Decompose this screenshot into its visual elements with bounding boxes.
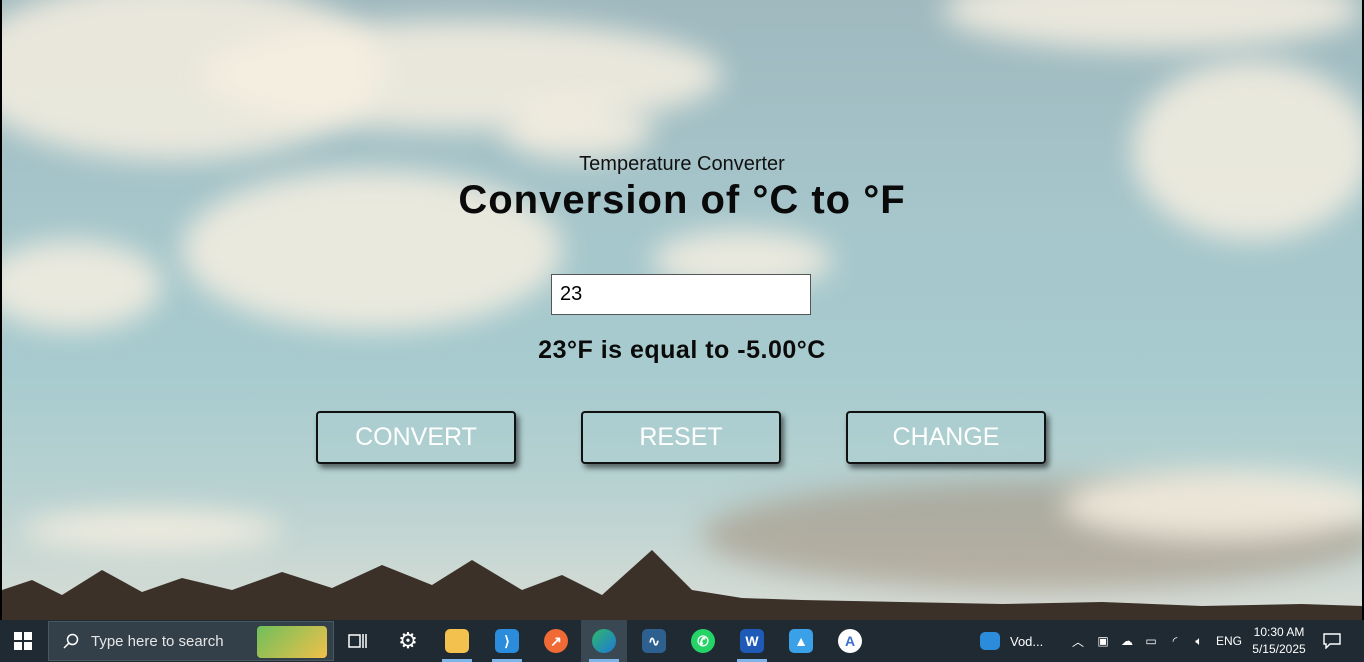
change-button[interactable]: CHANGE: [846, 411, 1046, 464]
battery-button[interactable]: ▭: [1140, 620, 1162, 662]
settings-icon: ⚙: [398, 628, 418, 653]
voda-app-icon: [980, 632, 1000, 650]
temperature-converter-app: Temperature Converter Conversion of °C t…: [2, 0, 1362, 620]
postman-app[interactable]: ↗: [533, 620, 579, 662]
android-studio-app[interactable]: A: [827, 620, 873, 662]
taskbar-search[interactable]: Type here to search: [48, 621, 334, 661]
reset-button[interactable]: RESET: [581, 411, 781, 464]
edge-app[interactable]: [581, 620, 627, 662]
notification-center-button[interactable]: [1318, 620, 1346, 662]
vscode-app[interactable]: ⟩: [484, 620, 530, 662]
azure-data-studio-app[interactable]: ∿: [631, 620, 677, 662]
page-title: Conversion of °C to °F: [458, 178, 906, 222]
show-hidden-icons-button[interactable]: ︿: [1068, 620, 1088, 662]
pinned-notification-app[interactable]: Vod...: [980, 620, 1050, 662]
speaker-icon: 🔈︎: [1195, 633, 1203, 648]
postman-icon: ↗: [544, 629, 568, 653]
start-button[interactable]: [0, 620, 46, 662]
taskbar: Type here to search ⚙ ⟩ ↗ ∿ ✆ W ▲ A Vod.…: [0, 620, 1364, 662]
search-highlight-image: [257, 626, 327, 658]
conversion-result: 23°F is equal to -5.00°C: [538, 336, 826, 364]
wifi-icon: ◜: [1172, 634, 1178, 648]
notification-icon: [1323, 633, 1341, 649]
windows-icon: [14, 632, 32, 650]
onedrive-button[interactable]: ☁: [1116, 620, 1138, 662]
photos-app[interactable]: ▲: [778, 620, 824, 662]
app-subtitle: Temperature Converter: [579, 153, 785, 175]
clock-date: 5/15/2025: [1252, 642, 1306, 656]
whatsapp-icon: ✆: [691, 629, 715, 653]
word-icon: W: [740, 629, 764, 653]
whatsapp-app[interactable]: ✆: [680, 620, 726, 662]
photos-icon: ▲: [789, 629, 813, 653]
task-view-icon: [348, 634, 367, 648]
vscode-icon: ⟩: [495, 629, 519, 653]
taskbar-clock[interactable]: 10:30 AM 5/15/2025: [1246, 624, 1312, 658]
settings-app[interactable]: ⚙: [385, 620, 431, 662]
search-icon: [63, 633, 79, 649]
meet-now-button[interactable]: ▣: [1093, 620, 1113, 662]
android-studio-icon: A: [838, 629, 862, 653]
word-app[interactable]: W: [729, 620, 775, 662]
camera-icon: ▣: [1097, 634, 1109, 648]
network-button[interactable]: ◜: [1164, 620, 1186, 662]
pinned-app-label: Vod...: [1010, 633, 1044, 649]
edge-icon: [592, 629, 616, 653]
azure-data-studio-icon: ∿: [642, 629, 666, 653]
volume-button[interactable]: 🔈︎: [1188, 620, 1210, 662]
temperature-input[interactable]: [551, 274, 811, 315]
convert-button[interactable]: CONVERT: [316, 411, 516, 464]
search-placeholder: Type here to search: [91, 632, 224, 650]
file-explorer-app[interactable]: [434, 620, 480, 662]
battery-icon: ▭: [1145, 634, 1157, 648]
chevron-up-icon: ︿: [1071, 634, 1084, 649]
file-explorer-icon: [445, 629, 469, 653]
clock-time: 10:30 AM: [1253, 625, 1305, 639]
language-indicator[interactable]: ENG: [1213, 620, 1245, 662]
cloud-icon: ☁: [1121, 634, 1133, 648]
task-view-button[interactable]: [335, 620, 381, 662]
